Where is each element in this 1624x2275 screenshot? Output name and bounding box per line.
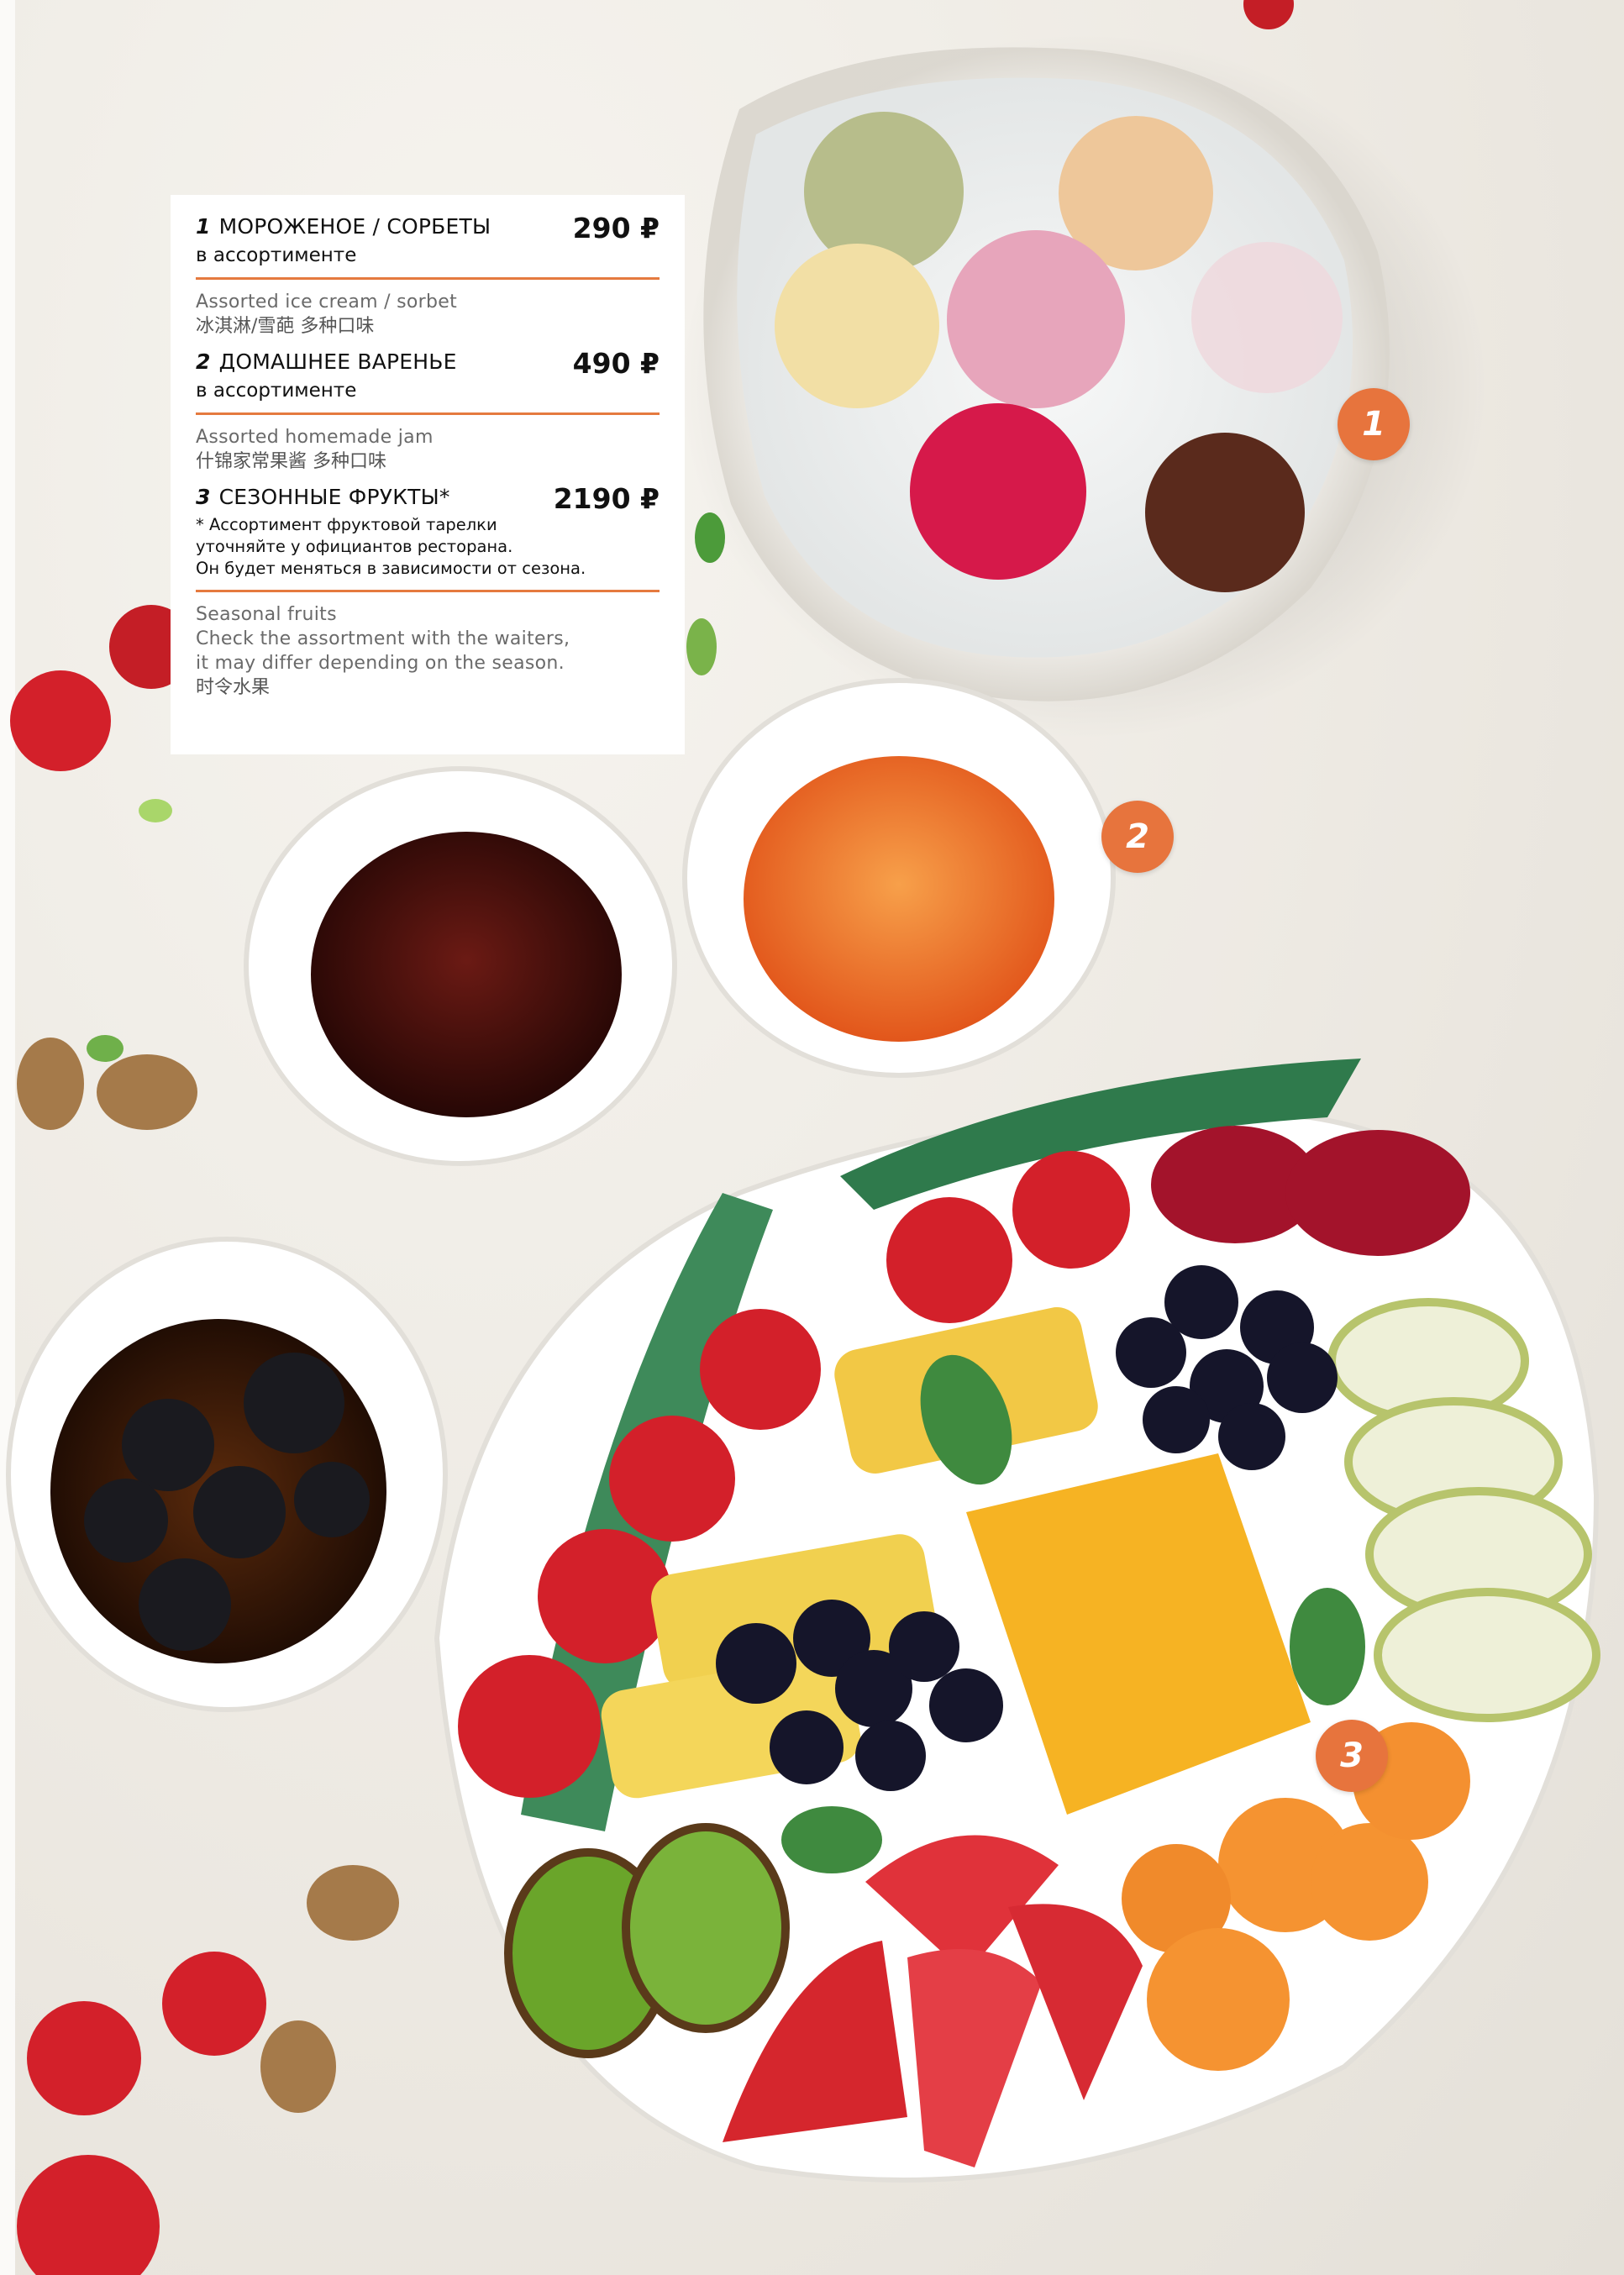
menu-item-note: * Ассортимент фруктовой тарелки — [196, 515, 497, 534]
menu-item-name: СЕЗОННЫЕ ФРУКТЫ* — [218, 485, 450, 509]
menu-item-chinese: 时令水果 — [196, 677, 271, 698]
item-badge-2: 2 — [1101, 801, 1174, 873]
menu-item-english: Seasonal fruits — [196, 604, 337, 625]
menu-item-price: 290 ₽ — [572, 212, 660, 244]
menu-item-english: Assorted homemade jam — [196, 427, 434, 448]
menu-page: 1 МОРОЖЕНОЕ / СОРБЕТЫ 290 ₽ в ассортимент… — [0, 0, 1624, 2275]
menu-item-price: 2190 ₽ — [553, 482, 660, 515]
menu-item-head: 2 ДОМАШНЕЕ ВАРЕНЬЕ 490 ₽ — [196, 349, 660, 379]
menu-item-number: 3 — [196, 485, 211, 509]
menu-card: 1 МОРОЖЕНОЕ / СОРБЕТЫ 290 ₽ в ассортимент… — [171, 195, 685, 754]
menu-item-name: ДОМАШНЕЕ ВАРЕНЬЕ — [218, 349, 457, 374]
divider — [196, 412, 660, 415]
menu-item-subtitle: в ассортименте — [196, 380, 357, 402]
menu-item-subtitle: в ассортименте — [196, 244, 357, 266]
divider — [196, 590, 660, 592]
menu-item-head: 3 СЕЗОННЫЕ ФРУКТЫ* 2190 ₽ — [196, 484, 660, 514]
item-badge-3: 3 — [1316, 1720, 1388, 1792]
menu-item-jam: 2 ДОМАШНЕЕ ВАРЕНЬЕ 490 ₽ в ассортименте A… — [196, 349, 660, 474]
menu-item-chinese: 什锦家常果酱 多种口味 — [196, 451, 386, 472]
menu-item-title: 1 МОРОЖЕНОЕ / СОРБЕТЫ — [196, 213, 491, 240]
menu-item-note: Он будет меняться в зависимости от сезон… — [196, 559, 586, 578]
menu-item-note: уточняйте у официантов ресторана. — [196, 537, 513, 556]
menu-item-number: 1 — [196, 214, 211, 239]
menu-item-chinese: 冰淇淋/雪葩 多种口味 — [196, 316, 375, 337]
item-badge-1: 1 — [1338, 388, 1410, 460]
menu-item-english: it may differ depending on the season. — [196, 653, 565, 674]
divider — [196, 277, 660, 280]
menu-item-english: Check the assortment with the waiters, — [196, 628, 570, 649]
menu-item-title: 3 СЕЗОННЫЕ ФРУКТЫ* — [196, 484, 450, 511]
menu-item-title: 2 ДОМАШНЕЕ ВАРЕНЬЕ — [196, 349, 457, 376]
menu-item-ice-cream: 1 МОРОЖЕНОЕ / СОРБЕТЫ 290 ₽ в ассортимент… — [196, 213, 660, 339]
ice-cream-plate — [681, 34, 1487, 739]
menu-item-english: Assorted ice cream / sorbet — [196, 292, 458, 313]
fruit-plate — [434, 1059, 1600, 2183]
menu-item-name: МОРОЖЕНОЕ / СОРБЕТЫ — [218, 214, 491, 239]
menu-item-price: 490 ₽ — [572, 347, 660, 380]
menu-item-head: 1 МОРОЖЕНОЕ / СОРБЕТЫ 290 ₽ — [196, 213, 660, 244]
menu-item-number: 2 — [196, 349, 211, 374]
menu-item-seasonal-fruits: 3 СЕЗОННЫЕ ФРУКТЫ* 2190 ₽ * Ассортимент ф… — [196, 484, 660, 700]
